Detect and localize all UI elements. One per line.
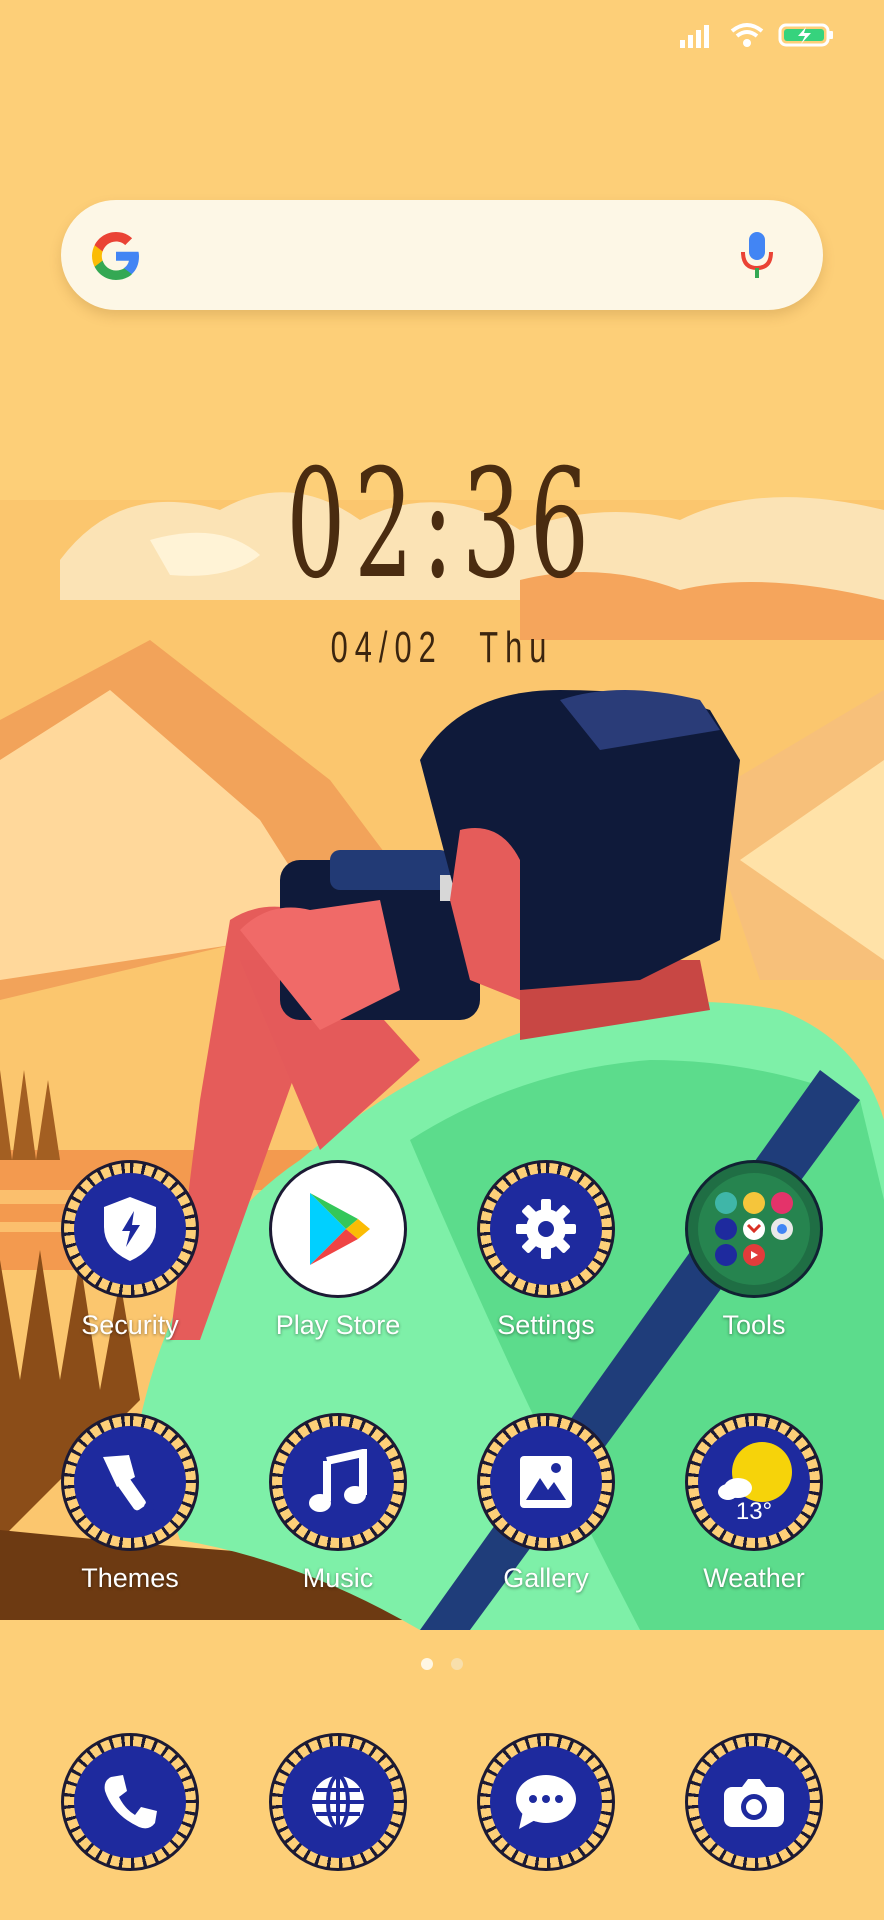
app-label: Music xyxy=(302,1563,374,1593)
play-store-icon xyxy=(310,1193,370,1265)
dock-messages[interactable] xyxy=(446,1733,646,1871)
browser-globe-icon xyxy=(312,1774,364,1830)
camera-icon xyxy=(724,1779,784,1827)
app-label: Weather xyxy=(703,1563,805,1593)
app-label: Tools xyxy=(722,1310,786,1340)
clock-date: 04/02 Thu xyxy=(133,623,752,673)
app-label: Settings xyxy=(497,1310,595,1340)
date-text: 04/02 xyxy=(330,623,443,672)
folder-tools[interactable]: Tools xyxy=(654,1160,854,1341)
google-g-icon xyxy=(92,232,139,280)
folder-icon xyxy=(698,1173,810,1285)
wifi-icon xyxy=(730,23,764,47)
mic-icon[interactable] xyxy=(739,230,775,280)
app-label: Security xyxy=(81,1310,179,1340)
app-music[interactable]: Music xyxy=(238,1413,438,1594)
music-note-icon xyxy=(309,1449,367,1512)
dock-phone[interactable] xyxy=(30,1733,230,1871)
app-label: Themes xyxy=(81,1563,179,1593)
paintbrush-icon xyxy=(103,1455,154,1512)
phone-icon xyxy=(104,1775,157,1829)
google-search-bar[interactable] xyxy=(61,200,823,310)
dock-browser[interactable] xyxy=(238,1733,438,1871)
signal-icon xyxy=(680,25,709,48)
image-icon xyxy=(520,1456,572,1508)
day-text: Thu xyxy=(479,623,554,672)
status-bar xyxy=(680,22,834,48)
app-play-store[interactable]: Play Store xyxy=(238,1160,438,1341)
page-indicator[interactable] xyxy=(0,1658,884,1670)
app-themes[interactable]: Themes xyxy=(30,1413,230,1594)
dock-camera[interactable] xyxy=(654,1733,854,1871)
app-settings[interactable]: Settings xyxy=(446,1160,646,1341)
app-weather[interactable]: 13° Weather xyxy=(654,1413,854,1594)
messages-icon xyxy=(516,1775,576,1829)
app-label: Gallery xyxy=(503,1563,589,1593)
app-security[interactable]: Security xyxy=(30,1160,230,1341)
weather-temp: 13° xyxy=(735,1498,773,1525)
shield-bolt-icon xyxy=(104,1197,156,1261)
clock-time[interactable]: 02:36 xyxy=(168,438,716,612)
battery-charging-icon xyxy=(778,23,833,47)
page-dot[interactable] xyxy=(451,1658,463,1670)
page-dot-active[interactable] xyxy=(421,1658,433,1670)
app-label: Play Store xyxy=(275,1310,401,1340)
app-gallery[interactable]: Gallery xyxy=(446,1413,646,1594)
gear-icon xyxy=(516,1199,576,1259)
